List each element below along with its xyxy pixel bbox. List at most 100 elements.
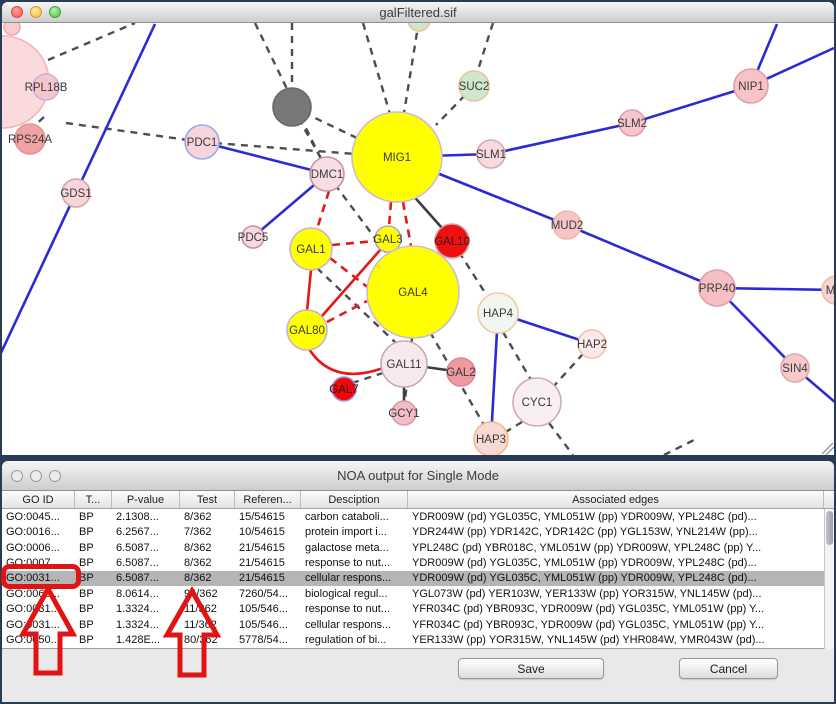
table-cell: BP: [75, 603, 112, 615]
network-node-GDS1[interactable]: GDS1: [60, 179, 91, 207]
network-edge-thin[interactable]: [822, 443, 833, 454]
network-node-SIN4[interactable]: SIN4: [781, 354, 809, 382]
network-node-MUD2[interactable]: MUD2: [551, 211, 584, 239]
table-row[interactable]: GO:0016...BP6.2567...7/36210/54615protei…: [2, 524, 824, 539]
network-edge-reddash[interactable]: [389, 202, 391, 226]
table-row[interactable]: GO:0031...BP1.3324...11/362105/546...res…: [2, 602, 824, 617]
network-canvas[interactable]: RPL18BRPS24AGDS1PDC1PDC5DMC1MIG1SUC2SLM1…: [2, 23, 834, 455]
network-edge-blue[interactable]: [567, 225, 717, 288]
column-header-referen[interactable]: Referen...: [235, 491, 301, 508]
network-node-MIG1[interactable]: MIG1: [352, 112, 442, 202]
node-label: DMC1: [311, 169, 344, 181]
network-node-GAL1[interactable]: GAL1: [290, 228, 332, 270]
table-cell: response to nut...: [301, 557, 408, 569]
network-edge-dashed[interactable]: [66, 123, 202, 142]
table-row[interactable]: GO:0045...BP2.1308...8/36215/54615carbon…: [2, 509, 824, 524]
table-cell: BP: [75, 542, 112, 554]
close-button-icon[interactable]: [11, 6, 23, 18]
network-edge-dashed[interactable]: [549, 423, 573, 455]
minimize-button-icon[interactable]: [30, 470, 42, 482]
network-window-title: galFiltered.sif: [379, 5, 456, 20]
noa-window-titlebar[interactable]: NOA output for Single Mode: [2, 461, 834, 491]
network-node-unlabeled[interactable]: [4, 23, 20, 35]
network-node-HAP4[interactable]: HAP4: [478, 293, 518, 333]
column-header-associated-edges[interactable]: Associated edges: [408, 491, 824, 508]
table-cell: BP: [75, 634, 112, 646]
table-cell: GO:0016...: [2, 526, 75, 538]
network-node-NIP1[interactable]: NIP1: [734, 69, 768, 103]
network-node-PDC1[interactable]: PDC1: [185, 125, 219, 159]
table-row[interactable]: GO:0006...BP6.5087...8/36221/54615galact…: [2, 540, 824, 555]
network-edge-reddash[interactable]: [403, 202, 411, 246]
table-row[interactable]: GO:0031...BP1.3324...11/362105/546...cel…: [2, 617, 824, 632]
network-node-SLM2[interactable]: SLM2: [617, 110, 647, 136]
network-edge-dashed[interactable]: [363, 23, 390, 114]
table-row[interactable]: GO:0050...BP1.428E...80/3625778/54...reg…: [2, 633, 824, 648]
minimize-button-icon[interactable]: [30, 6, 42, 18]
table-row[interactable]: GO:0031...BP6.5087...8/36221/54615cellul…: [2, 571, 824, 586]
table-scrollbar[interactable]: [824, 509, 834, 649]
node-label: RPS24A: [8, 134, 52, 146]
zoom-button-icon[interactable]: [49, 6, 61, 18]
network-node-GAL2[interactable]: GAL2: [446, 358, 475, 386]
network-edge-red[interactable]: [309, 349, 383, 374]
table-cell: BP: [75, 526, 112, 538]
node-label: GAL1: [296, 244, 325, 256]
network-edge-red[interactable]: [307, 270, 311, 311]
network-edge-dashed[interactable]: [503, 332, 531, 380]
node-label: MIG1: [383, 152, 411, 164]
network-node-GCY1[interactable]: GCY1: [388, 401, 419, 425]
network-edge-dashed[interactable]: [477, 23, 493, 73]
network-edge-blue[interactable]: [202, 142, 327, 174]
network-node-RPS24A[interactable]: RPS24A: [8, 124, 52, 154]
network-node-SUC2[interactable]: SUC2: [459, 71, 490, 101]
table-row[interactable]: GO:0065...BP8.0614...94/3627260/54...bio…: [2, 586, 824, 601]
close-button-icon[interactable]: [11, 470, 23, 482]
table-row[interactable]: GO:0007...BP6.5087...8/36221/54615respon…: [2, 555, 824, 570]
network-node-MSI[interactable]: MSI: [822, 276, 834, 304]
scrollbar-thumb[interactable]: [826, 511, 833, 545]
network-node-DMC1[interactable]: DMC1: [310, 157, 344, 191]
table-cell: GO:0045...: [2, 511, 75, 523]
network-edge-dashed[interactable]: [404, 23, 419, 113]
network-node-CYC1[interactable]: CYC1: [513, 378, 561, 426]
node-label: MSI: [826, 285, 834, 297]
network-edge-blue[interactable]: [491, 123, 632, 154]
network-node-GAL10[interactable]: GAL10: [434, 224, 470, 258]
table-cell: biological regul...: [301, 588, 408, 600]
network-node-unlabeled[interactable]: [408, 23, 430, 31]
network-node-GAL4[interactable]: GAL4: [367, 246, 459, 338]
network-edge-reddash[interactable]: [317, 191, 329, 229]
network-node-SLM1[interactable]: SLM1: [476, 140, 506, 168]
zoom-button-icon[interactable]: [49, 470, 61, 482]
node-label: GAL7: [329, 384, 358, 396]
column-header-go-id[interactable]: GO ID: [2, 491, 75, 508]
column-header-t[interactable]: T...: [75, 491, 112, 508]
table-header[interactable]: GO IDT...P-valueTestReferen...Desciption…: [2, 491, 834, 509]
column-header-desciption[interactable]: Desciption: [301, 491, 408, 508]
network-node-unlabeled[interactable]: [273, 88, 311, 126]
network-edge-blue[interactable]: [632, 86, 751, 123]
cancel-button[interactable]: Cancel: [679, 658, 778, 679]
network-node-HAP2[interactable]: HAP2: [577, 330, 607, 358]
node-label: CYC1: [522, 397, 553, 409]
table-cell: 6.5087...: [112, 572, 180, 584]
table-cell: GO:0006...: [2, 542, 75, 554]
save-button[interactable]: Save: [458, 658, 604, 679]
network-window: galFiltered.sif RPL18BRPS24AGDS1PDC1PDC5…: [2, 2, 834, 455]
results-table[interactable]: GO:0045...BP2.1308...8/36215/54615carbon…: [2, 509, 824, 649]
column-header-p-value[interactable]: P-value: [112, 491, 180, 508]
network-window-titlebar[interactable]: galFiltered.sif: [2, 2, 834, 23]
network-node-PRP40[interactable]: PRP40: [699, 270, 735, 306]
network-edge-dashed[interactable]: [664, 440, 694, 455]
column-header-test[interactable]: Test: [180, 491, 235, 508]
node-label: PRP40: [699, 283, 735, 295]
network-edge-dashed[interactable]: [48, 23, 135, 60]
table-cell: YDR009W (pd) YGL035C, YML051W (pp) YDR00…: [408, 572, 824, 584]
network-node-GAL80[interactable]: GAL80: [287, 310, 327, 350]
network-node-GAL11[interactable]: GAL11: [381, 341, 427, 387]
network-node-HAP3[interactable]: HAP3: [474, 422, 508, 455]
network-node-GAL7[interactable]: GAL7: [329, 377, 358, 401]
noa-output-window: NOA output for Single Mode GO IDT...P-va…: [2, 461, 834, 702]
network-edge-reddash[interactable]: [332, 241, 375, 245]
